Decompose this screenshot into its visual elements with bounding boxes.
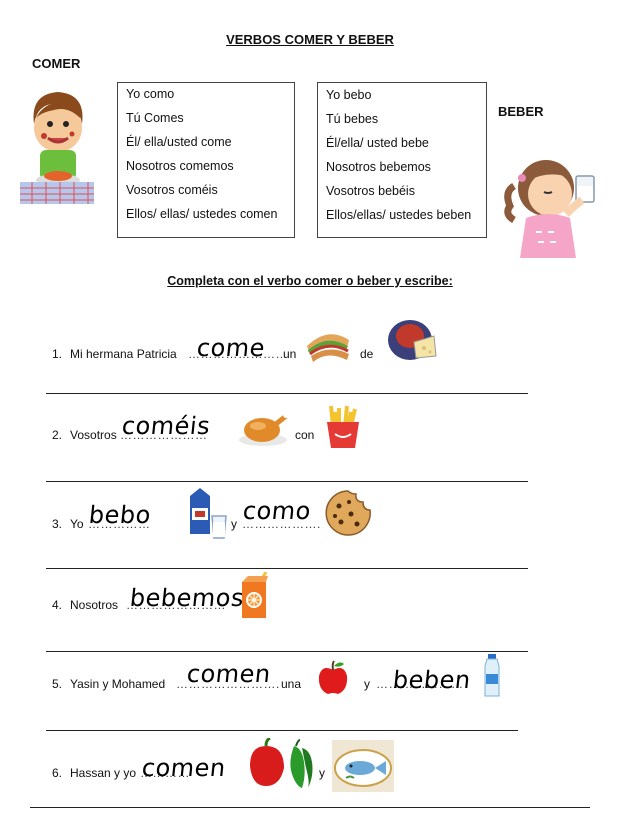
exercise-word: con bbox=[295, 428, 315, 442]
girl-drinking-icon bbox=[500, 148, 606, 258]
answer-line bbox=[46, 393, 528, 394]
comer-row: Ellos/ ellas/ ustedes comen bbox=[126, 207, 278, 221]
exercise-number: 1. bbox=[52, 347, 63, 361]
exercise-number: 5. bbox=[52, 677, 63, 691]
exercise-number: 6. bbox=[52, 766, 63, 780]
beber-row: Yo bebo bbox=[326, 88, 372, 102]
beber-row: Vosotros bebéis bbox=[326, 184, 415, 198]
exercise-number: 4. bbox=[52, 598, 63, 612]
handwritten-answer: bebo bbox=[87, 501, 153, 529]
exercise-subject: Hassan y yo bbox=[70, 766, 137, 780]
page-title: VERBOS COMER Y BEBER bbox=[226, 32, 394, 47]
handwritten-answer: beben bbox=[391, 666, 473, 694]
exercise-subject: Yasin y Mohamed bbox=[70, 677, 166, 691]
water-bottle-icon bbox=[482, 654, 502, 698]
instruction: Completa con el verbo comer o beber y es… bbox=[167, 274, 453, 288]
comer-label: COMER bbox=[32, 56, 81, 71]
juice-box-icon bbox=[238, 572, 272, 620]
beber-label: BEBER bbox=[498, 104, 544, 119]
beber-row: Nosotros bebemos bbox=[326, 160, 431, 174]
comer-row: Él/ ella/usted come bbox=[126, 135, 232, 149]
answer-line bbox=[46, 651, 528, 652]
comer-row: Yo como bbox=[126, 87, 175, 101]
exercise-word: y bbox=[364, 677, 370, 691]
exercise-number: 2. bbox=[52, 428, 63, 442]
exercise-number: 3. bbox=[52, 517, 63, 531]
answer-line bbox=[30, 807, 590, 808]
exercise-word: un bbox=[283, 347, 297, 361]
exercise-subject: Mi hermana Patricia bbox=[70, 347, 177, 361]
exercise-subject: Vosotros bbox=[70, 428, 117, 442]
handwritten-answer: como bbox=[241, 497, 313, 525]
exercise-word: y bbox=[319, 766, 325, 780]
exercise-subject: Nosotros bbox=[70, 598, 119, 612]
comer-row: Nosotros comemos bbox=[126, 159, 234, 173]
peppers-icon bbox=[246, 738, 316, 790]
exercise-word: una bbox=[281, 677, 302, 691]
roast-chicken-icon bbox=[236, 406, 290, 448]
handwritten-answer: comen bbox=[185, 660, 273, 688]
boy-eating-icon bbox=[16, 84, 98, 208]
handwritten-answer: come bbox=[195, 334, 267, 362]
fish-plate-icon bbox=[332, 740, 394, 792]
beber-row: Ellos/ellas/ ustedes beben bbox=[326, 208, 472, 222]
answer-line bbox=[46, 730, 518, 731]
handwritten-answer: bebemos bbox=[128, 584, 246, 612]
exercise-subject: Yo bbox=[70, 517, 84, 531]
handwritten-answer: comen bbox=[140, 754, 228, 782]
beber-conjugation-table: Yo bebo Tú bebes Él/ella/ usted bebe Nos… bbox=[317, 82, 487, 238]
apple-icon bbox=[316, 660, 350, 696]
answer-line bbox=[46, 481, 528, 482]
beber-row: Él/ella/ usted bebe bbox=[326, 136, 429, 150]
exercise-word: y bbox=[231, 517, 237, 531]
answer-line bbox=[46, 568, 528, 569]
cookie-icon bbox=[323, 488, 373, 538]
french-fries-icon bbox=[323, 404, 363, 450]
milk-icon bbox=[186, 486, 230, 540]
comer-row: Vosotros coméis bbox=[126, 183, 218, 197]
comer-conjugation-table: Yo como Tú Comes Él/ ella/usted come Nos… bbox=[117, 82, 295, 238]
comer-row: Tú Comes bbox=[126, 111, 184, 125]
sandwich-icon bbox=[303, 322, 353, 366]
beber-row: Tú bebes bbox=[326, 112, 379, 126]
cheese-plate-icon bbox=[386, 312, 438, 364]
handwritten-answer: coméis bbox=[120, 412, 212, 440]
exercise-word: de bbox=[360, 347, 374, 361]
